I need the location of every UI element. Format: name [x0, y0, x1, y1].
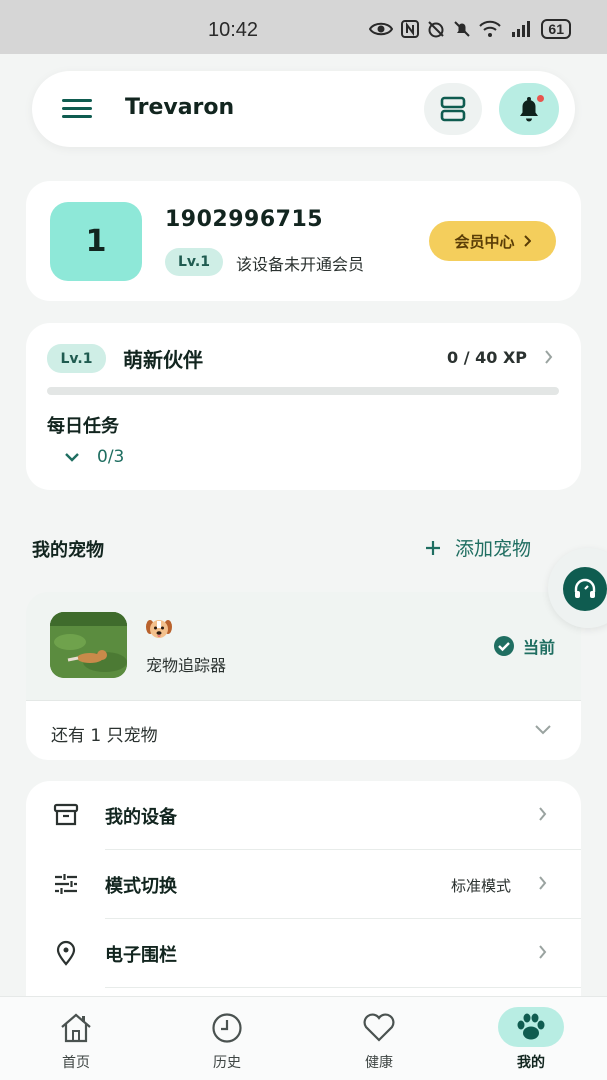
status-icons: 61 — [369, 19, 571, 39]
app-title: Trevaron — [125, 95, 235, 120]
menu-item-geofence[interactable]: 电子围栏 — [26, 919, 581, 988]
pets-section-title: 我的宠物 — [32, 540, 104, 561]
level-title: 萌新伙伴 — [123, 348, 203, 372]
chevron-right-icon — [523, 235, 531, 247]
notification-dot — [536, 94, 545, 103]
chevron-down-icon — [535, 725, 551, 735]
current-label: 当前 — [522, 638, 555, 657]
headset-icon — [563, 567, 607, 611]
xp-progress-text: 0 / 40 XP — [446, 348, 527, 367]
menu-item-my-devices[interactable]: 我的设备 — [26, 781, 581, 850]
notifications-button[interactable] — [499, 83, 559, 135]
daily-tasks-toggle[interactable]: 0/3 — [65, 447, 124, 467]
nav-label: 历史 — [213, 1055, 241, 1071]
menu-item-label: 电子围栏 — [105, 945, 177, 966]
menu-item-value: 标准模式 — [450, 877, 511, 895]
more-pets-expander[interactable]: 还有 1 只宠物 — [26, 700, 581, 760]
clock-icon — [207, 1010, 247, 1046]
more-pets-label: 还有 1 只宠物 — [51, 726, 158, 746]
chevron-right-icon — [539, 945, 547, 959]
mute-icon — [454, 21, 471, 37]
level-badge: Lv.1 — [165, 248, 223, 276]
nav-label: 首页 — [62, 1055, 90, 1071]
daily-tasks-count: 0/3 — [97, 447, 125, 467]
chevron-down-icon — [65, 452, 79, 462]
chevron-right-icon — [539, 876, 547, 890]
level-badge: Lv.1 — [47, 344, 106, 373]
nav-home[interactable]: 首页 — [16, 997, 136, 1080]
membership-status: 该设备未开通会员 — [236, 255, 365, 274]
check-circle-icon — [493, 636, 514, 656]
alarm-off-icon — [428, 21, 445, 38]
menu-item-mode-switch[interactable]: 模式切换 标准模式 — [26, 850, 581, 919]
paw-icon — [498, 1007, 564, 1047]
current-pet-indicator: 当前 — [493, 634, 555, 658]
nav-label: 我的 — [517, 1055, 545, 1071]
wifi-icon — [479, 20, 502, 37]
current-pet-row[interactable]: 宠物追踪器 当前 — [26, 592, 581, 700]
status-bar: 10:42 61 — [0, 0, 607, 54]
nav-mine[interactable]: 我的 — [471, 997, 591, 1080]
hamburger-menu-icon[interactable] — [62, 99, 92, 119]
layout-icon — [440, 96, 466, 122]
top-app-bar: Trevaron — [32, 71, 575, 147]
battery-indicator: 61 — [541, 19, 571, 39]
location-pin-icon — [56, 940, 76, 966]
add-pet-label: 添加宠物 — [455, 538, 532, 560]
chevron-right-icon[interactable] — [544, 350, 553, 364]
add-pet-button[interactable]: 添加宠物 — [425, 534, 531, 561]
vip-center-label: 会员中心 — [454, 232, 515, 251]
nav-label: 健康 — [365, 1055, 393, 1071]
eye-icon — [369, 22, 394, 36]
dog-face-icon — [146, 617, 172, 645]
nav-history[interactable]: 历史 — [167, 997, 287, 1080]
level-card: Lv.1 萌新伙伴 0 / 40 XP 每日任务 0/3 — [26, 323, 581, 490]
bottom-navigation: 首页 历史 健康 我的 — [0, 996, 607, 1080]
device-box-icon — [53, 803, 79, 826]
sliders-icon — [55, 874, 77, 894]
plus-icon — [426, 540, 440, 555]
xp-progress-bar — [47, 387, 559, 395]
avatar[interactable]: 1 — [50, 202, 142, 281]
nav-health[interactable]: 健康 — [319, 997, 439, 1080]
signal-4g-icon — [512, 21, 531, 37]
profile-card: 1 1902996715 Lv.1 该设备未开通会员 会员中心 — [26, 181, 581, 301]
status-time: 10:42 — [208, 19, 259, 41]
pet-name: 宠物追踪器 — [146, 656, 227, 675]
menu-item-label: 模式切换 — [105, 876, 177, 897]
vip-center-button[interactable]: 会员中心 — [429, 221, 556, 261]
heart-icon — [359, 1010, 399, 1046]
layout-toggle-button[interactable] — [424, 83, 482, 135]
daily-tasks-title: 每日任务 — [47, 416, 119, 437]
menu-item-label: 我的设备 — [105, 807, 177, 828]
nfc-icon — [401, 20, 420, 38]
pet-photo — [50, 612, 127, 678]
chevron-right-icon — [539, 807, 547, 821]
user-id: 1902996715 — [165, 207, 324, 232]
home-icon — [56, 1010, 96, 1046]
